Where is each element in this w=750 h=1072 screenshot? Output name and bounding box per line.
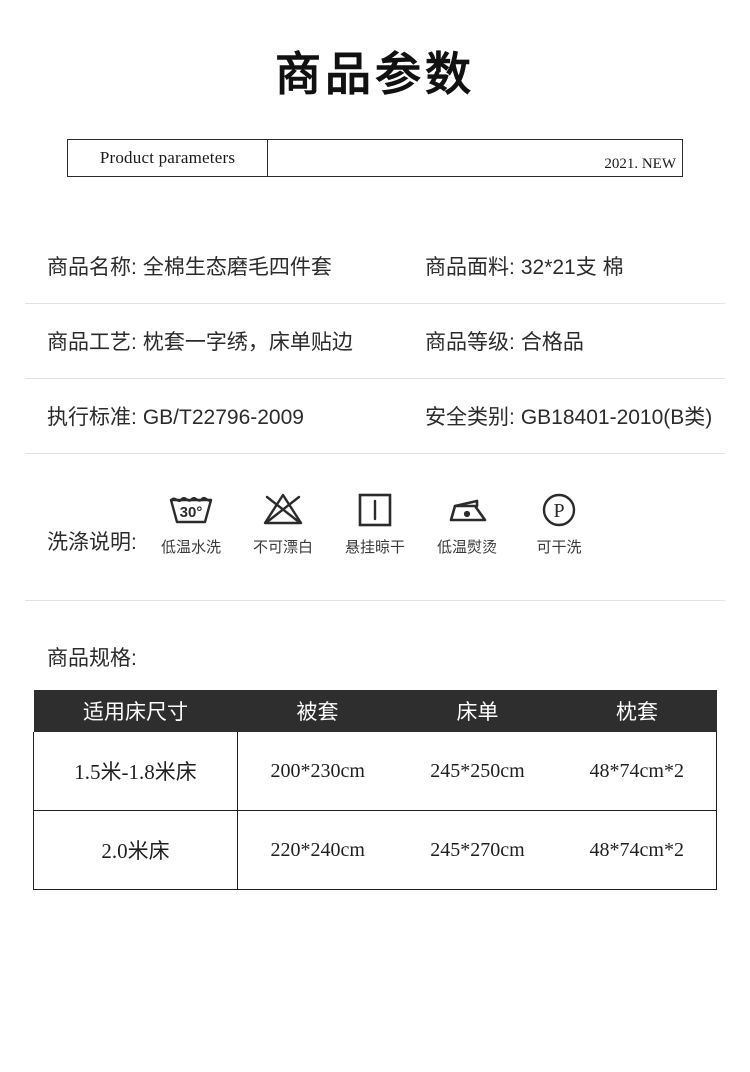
spec-col-duvet-cover: 被套 — [237, 690, 398, 732]
spec-col-pillowcase: 枕套 — [557, 690, 717, 732]
wash-caption: 悬挂晾干 — [344, 539, 405, 556]
wash-caption: 不可漂白 — [252, 539, 313, 556]
parameter-cell-left: 商品名称: 全棉生态磨毛四件套 — [47, 251, 332, 281]
spec-cell-bed-size: 2.0米床 — [33, 810, 238, 890]
spec-col-bed-sheet: 床单 — [397, 690, 558, 732]
subheader-box: Product parameters 2021. NEW — [67, 139, 683, 177]
wash-item-no-bleach: 不可漂白 — [252, 486, 314, 557]
parameter-cell-right: 安全类别: GB18401-2010(B类) — [425, 401, 712, 431]
wash-caption: 可干洗 — [536, 539, 582, 556]
dry-clean-p-icon: P — [537, 486, 581, 532]
spec-cell-bed-size: 1.5米-1.8米床 — [33, 732, 238, 811]
spec-cell-duvet-cover: 200*230cm — [237, 732, 398, 811]
page-title: 商品参数 — [275, 49, 475, 100]
parameter-list: 商品名称: 全棉生态磨毛四件套 商品面料: 32*21支 棉 商品工艺: 枕套一… — [0, 228, 750, 454]
svg-text:P: P — [553, 500, 564, 522]
wash-item-line-dry: 悬挂晾干 — [344, 486, 406, 557]
wash-caption: 低温水洗 — [160, 539, 221, 556]
parameter-value: GB/T22796-2009 — [142, 405, 304, 429]
svg-text:30°: 30° — [180, 504, 203, 521]
parameter-value: 合格品 — [520, 330, 584, 354]
wash-care-label: 洗涤说明: — [47, 531, 137, 554]
parameter-value: 枕套一字绣，床单贴边 — [142, 330, 353, 354]
parameter-label: 安全类别: — [425, 405, 515, 429]
parameter-value: 32*21支 棉 — [520, 255, 624, 279]
wash-30-icon: 30° — [165, 486, 217, 532]
subheader-badge: 2021. NEW — [604, 156, 676, 172]
table-row: 1.5米-1.8米床 200*230cm 245*250cm 48*74cm*2 — [33, 732, 717, 811]
parameter-label: 商品面料: — [425, 255, 515, 279]
parameter-cell-right: 商品面料: 32*21支 棉 — [425, 251, 624, 281]
spec-title: 商品规格: — [47, 647, 137, 670]
wash-care-section: 洗涤说明: 30° 低温水洗 不可漂白 悬挂晾干 低温熨烫 P 可干洗 — [0, 478, 750, 588]
spec-cell-bed-sheet: 245*270cm — [397, 810, 558, 890]
no-bleach-icon — [259, 486, 307, 532]
parameter-value: 全棉生态磨毛四件套 — [142, 255, 332, 279]
wash-item-dry-clean: P 可干洗 — [528, 486, 590, 557]
parameter-cell-left: 执行标准: GB/T22796-2009 — [47, 401, 304, 431]
spec-col-bed-size: 适用床尺寸 — [33, 690, 238, 732]
parameter-row: 商品名称: 全棉生态磨毛四件套 商品面料: 32*21支 棉 — [0, 228, 750, 303]
parameter-row: 执行标准: GB/T22796-2009 安全类别: GB18401-2010(… — [0, 378, 750, 453]
parameter-row: 商品工艺: 枕套一字绣，床单贴边 商品等级: 合格品 — [0, 303, 750, 378]
parameter-label: 商品等级: — [425, 330, 515, 354]
subheader-en-label: Product parameters — [68, 140, 268, 176]
parameter-label: 商品名称: — [47, 255, 137, 279]
parameter-cell-left: 商品工艺: 枕套一字绣，床单贴边 — [47, 326, 353, 356]
wash-icon-group: 30° 低温水洗 不可漂白 悬挂晾干 低温熨烫 P 可干洗 — [160, 486, 590, 557]
wash-caption: 低温熨烫 — [436, 539, 497, 556]
spec-cell-bed-sheet: 245*250cm — [397, 732, 558, 811]
parameter-cell-right: 商品等级: 合格品 — [425, 326, 584, 356]
spec-cell-pillowcase: 48*74cm*2 — [557, 810, 717, 890]
line-dry-icon — [354, 486, 396, 532]
parameter-value: GB18401-2010(B类) — [520, 405, 713, 429]
spec-cell-pillowcase: 48*74cm*2 — [557, 732, 717, 811]
spec-table-header-row: 适用床尺寸 被套 床单 枕套 — [33, 690, 717, 732]
parameter-label: 商品工艺: — [47, 330, 137, 354]
wash-item-iron-low: 低温熨烫 — [436, 486, 498, 557]
spec-table: 适用床尺寸 被套 床单 枕套 1.5米-1.8米床 200*230cm 245*… — [33, 690, 717, 890]
iron-low-icon — [441, 486, 493, 532]
row-divider — [25, 453, 725, 454]
parameter-label: 执行标准: — [47, 405, 137, 429]
table-row: 2.0米床 220*240cm 245*270cm 48*74cm*2 — [33, 810, 717, 890]
spec-cell-duvet-cover: 220*240cm — [237, 810, 398, 890]
row-divider — [25, 600, 725, 601]
wash-item-machine-wash: 30° 低温水洗 — [160, 486, 222, 557]
